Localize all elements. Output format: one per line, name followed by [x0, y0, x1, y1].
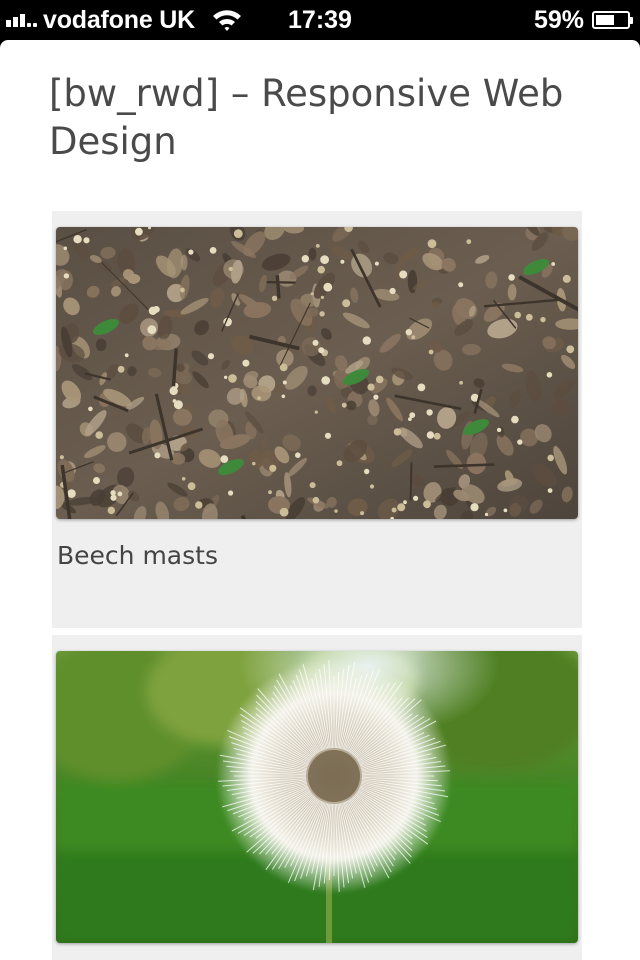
web-page[interactable]: [bw_rwd] – Responsive Web Design Beech m…: [0, 40, 640, 960]
status-bar: vodafone UK 17:39 59%: [0, 0, 640, 40]
carrier-name: vodafone UK: [43, 5, 195, 34]
status-right: 59%: [533, 0, 633, 40]
wifi-icon: [212, 10, 241, 31]
status-left: vodafone UK: [6, 0, 243, 40]
gallery-image-dandelion[interactable]: [56, 651, 578, 943]
forest-floor-photo: [56, 227, 578, 519]
gallery-image-beech-masts[interactable]: [56, 227, 578, 519]
signal-icon: [6, 13, 37, 27]
dandelion-photo: [56, 651, 578, 943]
battery-icon: [592, 11, 633, 29]
battery-percent: 59%: [533, 5, 584, 34]
gallery-caption: Beech masts: [57, 541, 218, 570]
site-title[interactable]: [bw_rwd] – Responsive Web Design: [49, 70, 609, 166]
gallery-card[interactable]: [52, 635, 582, 960]
battery-fill: [596, 15, 614, 25]
gallery-card[interactable]: Beech masts: [52, 211, 582, 628]
